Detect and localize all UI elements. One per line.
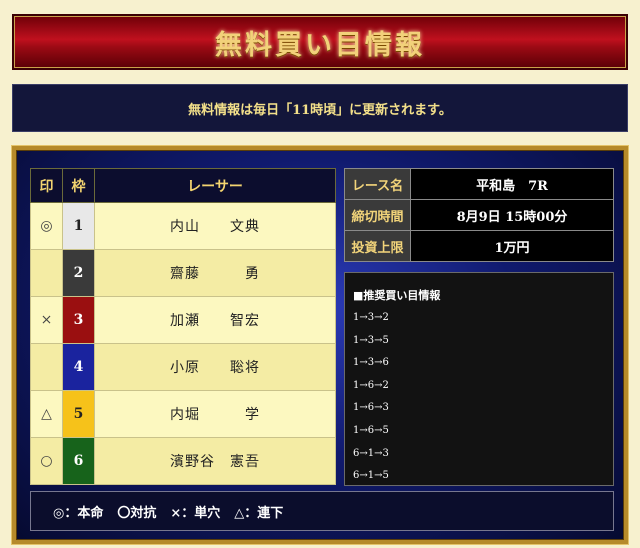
table-row: 2 齋藤 勇 xyxy=(30,249,336,297)
racer-name: 齋藤 勇 xyxy=(94,249,336,297)
bet-line: 1→6→3 xyxy=(353,402,389,414)
race-name-label: レース名 xyxy=(344,168,411,200)
waku-cell: 4 xyxy=(62,343,95,391)
table-row: △ 5 内堀 学 xyxy=(30,390,336,438)
race-info-table: レース名 平和島 7R 締切時間 8月9日 15時00分 投資上限 1万円 xyxy=(344,168,614,262)
recommended-bets-box: ■推奨買い目情報 1→3→2 1→3→5 1→3→6 1→6→2 1→6→3 1… xyxy=(344,272,614,486)
race-name-value: 平和島 7R xyxy=(410,168,614,200)
prediction-panel: 印 枠 レーサー ◎ 1 内山 文典 2 齋藤 勇 × 3 加瀬 智宏 4 小原… xyxy=(12,146,628,544)
mark-cell xyxy=(30,343,63,391)
bet-line: 1→6→5 xyxy=(353,424,389,436)
bet-line: 1→3→2 xyxy=(353,312,389,323)
legend-tanana: ×：単穴 xyxy=(170,505,221,521)
mark-cell xyxy=(30,249,63,297)
page-title: 無料買い目情報 xyxy=(215,29,425,61)
mark-cell: × xyxy=(30,296,63,344)
bet-line: 1→3→5 xyxy=(353,334,389,346)
mark-legend: ◎：本命 〇対抗 ×：単穴 △：連下 xyxy=(30,491,614,531)
waku-cell: 2 xyxy=(62,249,95,297)
legend-taikou: 〇対抗 xyxy=(117,505,157,521)
racer-name: 小原 聡将 xyxy=(94,343,336,391)
bet-line: 6→1→5 xyxy=(353,470,389,482)
table-row: 4 小原 聡将 xyxy=(30,343,336,391)
table-row: ◎ 1 内山 文典 xyxy=(30,202,336,250)
waku-header: 枠 xyxy=(62,168,95,203)
racer-table-header: 印 枠 レーサー xyxy=(30,168,336,203)
race-info-row: レース名 平和島 7R xyxy=(344,168,614,200)
notice-text: 無料情報は毎日「11時頃」に更新されます。 xyxy=(188,102,452,118)
racer-name: 濱野谷 憲吾 xyxy=(94,437,336,485)
waku-cell: 6 xyxy=(62,437,95,485)
racer-name: 内堀 学 xyxy=(94,390,336,438)
deadline-value: 8月9日 15時00分 xyxy=(410,199,614,231)
deadline-label: 締切時間 xyxy=(344,199,411,231)
budget-value: 1万円 xyxy=(410,230,614,262)
legend-honmei: ◎：本命 xyxy=(53,505,104,521)
mark-cell: ○ xyxy=(30,437,63,485)
title-banner: 無料買い目情報 xyxy=(12,14,628,70)
legend-renka: △：連下 xyxy=(234,505,284,521)
mark-cell: △ xyxy=(30,390,63,438)
table-row: ○ 6 濱野谷 憲吾 xyxy=(30,437,336,485)
racer-name: 内山 文典 xyxy=(94,202,336,250)
race-info-row: 締切時間 8月9日 15時00分 xyxy=(344,199,614,231)
bet-line: 6→1→3 xyxy=(353,447,389,459)
race-info-row: 投資上限 1万円 xyxy=(344,230,614,262)
bet-line: 1→6→2 xyxy=(353,379,389,391)
racer-name: 加瀬 智宏 xyxy=(94,296,336,344)
waku-cell: 3 xyxy=(62,296,95,344)
recommended-bets-title: ■推奨買い目情報 xyxy=(353,289,441,302)
racer-table: 印 枠 レーサー ◎ 1 内山 文典 2 齋藤 勇 × 3 加瀬 智宏 4 小原… xyxy=(30,168,336,485)
notice-banner: 無料情報は毎日「11時頃」に更新されます。 xyxy=(12,84,628,132)
waku-cell: 5 xyxy=(62,390,95,438)
waku-cell: 1 xyxy=(62,202,95,250)
bet-line: 1→3→6 xyxy=(353,357,389,369)
table-row: × 3 加瀬 智宏 xyxy=(30,296,336,344)
mark-header: 印 xyxy=(30,168,63,203)
budget-label: 投資上限 xyxy=(344,230,411,262)
racer-header: レーサー xyxy=(94,168,336,203)
mark-cell: ◎ xyxy=(30,202,63,250)
